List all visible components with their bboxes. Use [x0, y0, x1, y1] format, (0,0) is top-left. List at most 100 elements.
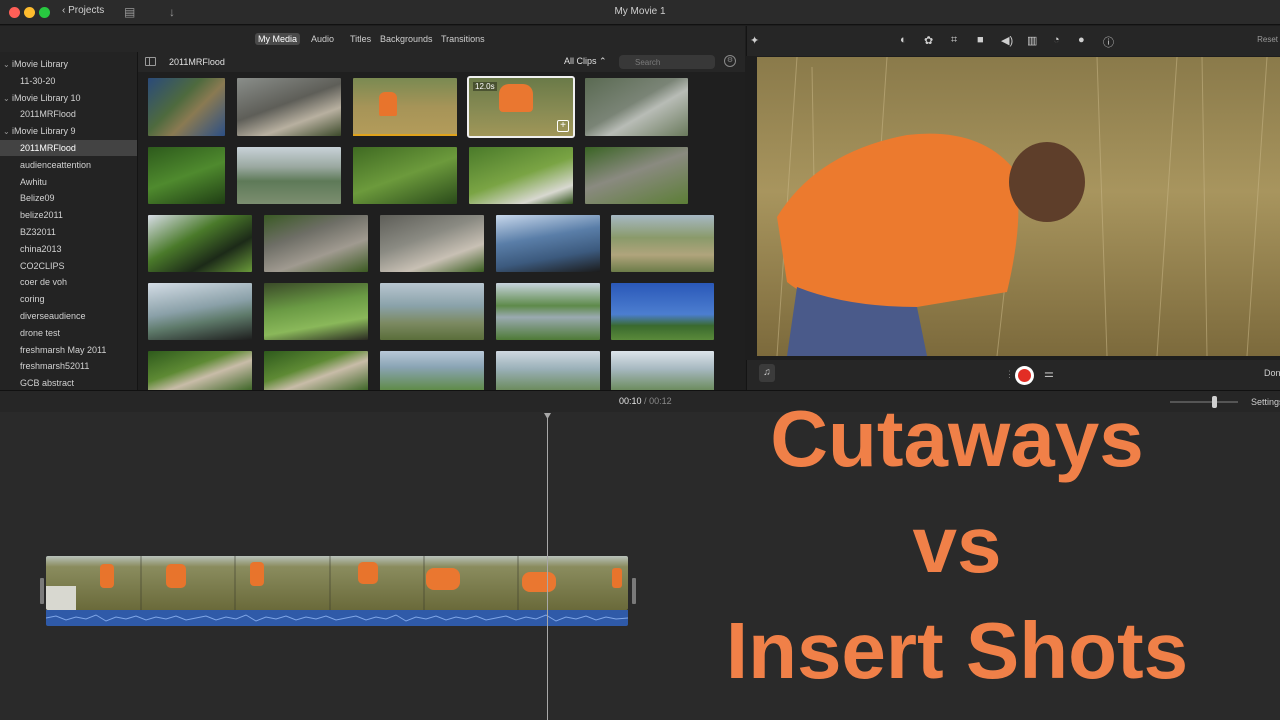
reset-button[interactable]: Reset	[1257, 35, 1278, 44]
event-item[interactable]: 2011MRFlood	[0, 140, 137, 156]
speed-icon[interactable]: ◔	[1053, 34, 1060, 46]
timeline-settings-button[interactable]: Settings	[1251, 397, 1280, 407]
library-item[interactable]: ⌄ iMovie Library 10	[0, 90, 137, 107]
sidebar-item-label: belize2011	[20, 210, 63, 221]
clip-thumbnail[interactable]	[496, 351, 600, 390]
clip-thumbnail-selected[interactable]: 12.0s +	[467, 76, 575, 138]
tab-transitions[interactable]: Transitions	[438, 33, 488, 45]
event-item[interactable]: Belize09	[0, 190, 137, 206]
clip-thumbnail[interactable]	[585, 147, 688, 204]
sidebar-item-label: audienceattention	[20, 159, 92, 170]
event-item[interactable]: coer de voh	[0, 274, 137, 290]
stabilization-icon[interactable]: ■	[977, 34, 984, 46]
search-input[interactable]	[619, 55, 715, 69]
library-sidebar: ⌄ iMovie Library 11-30-20 ⌄ iMovie Library 1…	[0, 52, 138, 390]
timeline-audio-waveform[interactable]	[46, 610, 628, 626]
disclosure-chevron-icon[interactable]: ⌄	[3, 124, 12, 140]
clip-thumbnail[interactable]	[237, 78, 341, 136]
clip-thumbnail[interactable]	[264, 283, 368, 340]
event-item[interactable]: BZ32011	[0, 224, 137, 240]
clip-thumbnail[interactable]	[380, 351, 484, 390]
tab-backgrounds[interactable]: Backgrounds	[377, 33, 436, 45]
playhead[interactable]	[547, 415, 548, 720]
library-item[interactable]: ⌄ iMovie Library 9	[0, 123, 137, 140]
sidebar-item-label: iMovie Library 10	[12, 92, 81, 103]
voiceover-options-icon[interactable]: ⚌	[1044, 367, 1054, 380]
clip-thumbnail[interactable]	[264, 215, 368, 272]
volume-icon[interactable]: ◀)	[1001, 34, 1013, 47]
window-title: My Movie 1	[614, 6, 666, 17]
clip-thumbnail[interactable]	[148, 351, 252, 390]
add-to-movie-icon[interactable]: +	[557, 120, 569, 132]
clip-thumbnail[interactable]	[148, 78, 225, 136]
clip-thumbnail[interactable]	[264, 351, 368, 390]
browser-header: 2011MRFlood All Clips ⌃ ⌕ ⚙	[138, 52, 745, 72]
timeline-video-clip[interactable]	[46, 556, 628, 610]
clip-thumbnail[interactable]	[611, 215, 714, 272]
clip-thumbnail[interactable]	[380, 283, 484, 340]
event-item[interactable]: 2011MRFlood	[0, 106, 137, 122]
sidebar-toggle-icon[interactable]	[145, 57, 156, 66]
event-item[interactable]: CO2CLIPS	[0, 258, 137, 274]
record-button[interactable]	[1015, 366, 1034, 385]
clip-trim-handle-left[interactable]	[40, 578, 44, 604]
event-item[interactable]: diverseaudience	[0, 308, 137, 324]
clip-thumbnail[interactable]	[469, 147, 573, 204]
color-balance-icon[interactable]: ◐	[900, 34, 907, 46]
clip-thumbnail[interactable]	[148, 215, 252, 272]
selection-range-bar	[353, 134, 457, 136]
clip-thumbnail[interactable]	[380, 215, 484, 272]
event-title: 2011MRFlood	[169, 57, 225, 67]
color-correction-icon[interactable]: ✿	[924, 34, 933, 47]
media-browser-grid: 12.0s +	[138, 72, 745, 390]
clip-thumbnail[interactable]	[496, 283, 600, 340]
sidebar-item-label: coer de voh	[20, 277, 68, 288]
library-item[interactable]: ⌄ iMovie Library	[0, 56, 137, 73]
clip-thumbnail[interactable]	[237, 147, 341, 204]
gear-icon[interactable]: ⚙	[724, 55, 736, 67]
disclosure-chevron-icon[interactable]: ⌄	[3, 91, 12, 107]
event-item[interactable]: Awhitu	[0, 174, 137, 190]
sidebar-item-label: Belize09	[20, 193, 55, 204]
sidebar-item-label: freshmarsh May 2011	[20, 344, 107, 355]
event-item[interactable]: freshmarsh52011	[0, 358, 137, 374]
sidebar-item-label: 11-30-20	[20, 75, 56, 86]
event-item[interactable]: belize2011	[0, 207, 137, 223]
disclosure-chevron-icon[interactable]: ⌄	[3, 57, 12, 73]
clip-filter-icon[interactable]: ●	[1078, 34, 1085, 46]
event-item[interactable]: freshmarsh May 2011	[0, 342, 137, 358]
clip-filter-dropdown[interactable]: All Clips ⌃	[564, 56, 607, 67]
event-item[interactable]: drone test	[0, 325, 137, 341]
done-button[interactable]: Done	[1264, 368, 1280, 378]
event-item[interactable]: 11-30-20	[0, 73, 137, 89]
clip-thumbnail[interactable]	[353, 78, 457, 136]
noise-reduction-icon[interactable]: ▥	[1027, 34, 1037, 47]
sidebar-item-label: CO2CLIPS	[20, 260, 65, 271]
tab-my-media[interactable]: My Media	[255, 33, 301, 45]
clip-thumbnail[interactable]	[496, 215, 600, 272]
event-item[interactable]: coring	[0, 291, 137, 307]
event-item[interactable]: audienceattention	[0, 157, 137, 173]
clip-trim-handle-right[interactable]	[632, 578, 636, 604]
clip-thumbnail[interactable]	[611, 283, 714, 340]
crop-icon[interactable]: ⌗	[951, 34, 957, 47]
clip-thumbnail[interactable]	[353, 147, 457, 204]
sidebar-item-label: china2013	[20, 243, 62, 254]
clip-thumbnail[interactable]	[611, 351, 714, 390]
sidebar-item-label: coring	[20, 294, 45, 305]
microphone-icon[interactable]: ♫	[759, 364, 775, 382]
info-icon[interactable]: ⓘ	[1103, 34, 1114, 50]
clip-filter-label: All Clips	[564, 56, 597, 66]
clip-thumbnail[interactable]	[148, 147, 225, 204]
event-item[interactable]: GCB abstract	[0, 375, 137, 390]
event-item[interactable]: china2013	[0, 241, 137, 257]
tab-audio[interactable]: Audio	[308, 33, 337, 45]
clip-thumbnail[interactable]	[585, 78, 688, 136]
sidebar-item-label: iMovie Library	[12, 59, 69, 69]
sidebar-item-label: Awhitu	[20, 176, 47, 187]
timecode-display: 00:10 / 00:12	[619, 396, 672, 406]
magic-wand-icon[interactable]: ✦	[750, 34, 759, 47]
tab-titles[interactable]: Titles	[347, 33, 374, 45]
clip-thumbnail[interactable]	[148, 283, 252, 340]
sidebar-item-label: 2011MRFlood	[20, 143, 76, 153]
